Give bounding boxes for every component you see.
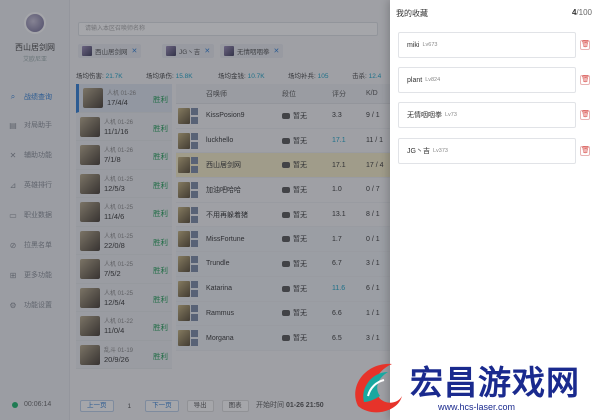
delete-icon[interactable]: 🗑 xyxy=(580,110,590,120)
favorite-item[interactable]: plant Lv824 xyxy=(398,67,576,93)
favorite-item[interactable]: JG丶吉 Lv373 xyxy=(398,138,576,164)
watermark-url: www.hcs-laser.com xyxy=(438,402,516,412)
watermark-title: 宏昌游戏网 xyxy=(410,363,580,402)
drawer-title: 我的收藏 xyxy=(396,9,428,18)
delete-icon[interactable]: 🗑 xyxy=(580,40,590,50)
favorite-item[interactable]: 无情咽咽拳 Lv73 xyxy=(398,102,576,128)
delete-icon[interactable]: 🗑 xyxy=(580,146,590,156)
watermark-logo-icon xyxy=(355,363,402,413)
watermark: 宏昌游戏网 www.hcs-laser.com xyxy=(348,354,600,418)
favorites-count: 4/100 xyxy=(571,8,592,17)
delete-icon[interactable]: 🗑 xyxy=(580,75,590,85)
favorite-item[interactable]: miki Lv673 xyxy=(398,32,576,58)
